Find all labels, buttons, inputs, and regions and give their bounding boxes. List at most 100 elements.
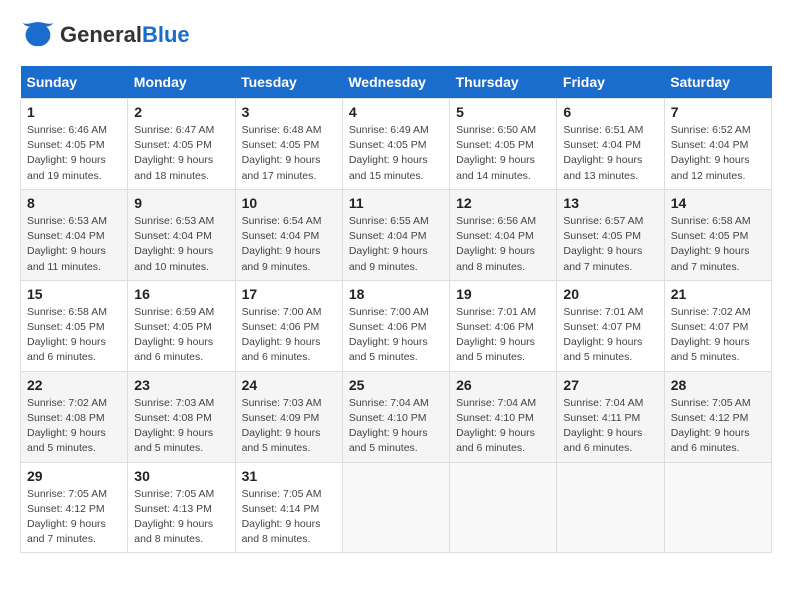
day-number: 22 xyxy=(27,377,121,393)
day-number: 26 xyxy=(456,377,550,393)
day-number: 18 xyxy=(349,286,443,302)
day-info: Sunrise: 6:59 AM Sunset: 4:05 PM Dayligh… xyxy=(134,305,228,366)
day-info: Sunrise: 6:52 AM Sunset: 4:04 PM Dayligh… xyxy=(671,123,765,184)
day-number: 7 xyxy=(671,104,765,120)
day-info: Sunrise: 7:02 AM Sunset: 4:07 PM Dayligh… xyxy=(671,305,765,366)
day-info: Sunrise: 6:48 AM Sunset: 4:05 PM Dayligh… xyxy=(242,123,336,184)
calendar-cell: 27 Sunrise: 7:04 AM Sunset: 4:11 PM Dayl… xyxy=(557,371,664,462)
calendar-cell: 5 Sunrise: 6:50 AM Sunset: 4:05 PM Dayli… xyxy=(450,99,557,190)
day-number: 5 xyxy=(456,104,550,120)
weekday-header: Saturday xyxy=(664,66,771,99)
calendar-cell: 19 Sunrise: 7:01 AM Sunset: 4:06 PM Dayl… xyxy=(450,280,557,371)
day-info: Sunrise: 7:00 AM Sunset: 4:06 PM Dayligh… xyxy=(242,305,336,366)
day-number: 6 xyxy=(563,104,657,120)
day-number: 14 xyxy=(671,195,765,211)
calendar-cell: 9 Sunrise: 6:53 AM Sunset: 4:04 PM Dayli… xyxy=(128,189,235,280)
day-number: 25 xyxy=(349,377,443,393)
day-number: 27 xyxy=(563,377,657,393)
day-number: 23 xyxy=(134,377,228,393)
day-info: Sunrise: 6:58 AM Sunset: 4:05 PM Dayligh… xyxy=(27,305,121,366)
day-number: 24 xyxy=(242,377,336,393)
calendar-cell: 4 Sunrise: 6:49 AM Sunset: 4:05 PM Dayli… xyxy=(342,99,449,190)
calendar-cell: 15 Sunrise: 6:58 AM Sunset: 4:05 PM Dayl… xyxy=(21,280,128,371)
weekday-header: Friday xyxy=(557,66,664,99)
calendar-week-row: 15 Sunrise: 6:58 AM Sunset: 4:05 PM Dayl… xyxy=(21,280,772,371)
day-info: Sunrise: 7:05 AM Sunset: 4:12 PM Dayligh… xyxy=(27,487,121,548)
calendar-cell xyxy=(342,462,449,553)
logo: GeneralBlue xyxy=(20,20,190,50)
calendar-cell: 10 Sunrise: 6:54 AM Sunset: 4:04 PM Dayl… xyxy=(235,189,342,280)
calendar-cell: 22 Sunrise: 7:02 AM Sunset: 4:08 PM Dayl… xyxy=(21,371,128,462)
calendar-cell: 23 Sunrise: 7:03 AM Sunset: 4:08 PM Dayl… xyxy=(128,371,235,462)
day-number: 8 xyxy=(27,195,121,211)
calendar-cell: 31 Sunrise: 7:05 AM Sunset: 4:14 PM Dayl… xyxy=(235,462,342,553)
day-info: Sunrise: 6:46 AM Sunset: 4:05 PM Dayligh… xyxy=(27,123,121,184)
logo-icon xyxy=(20,20,56,50)
weekday-header-row: SundayMondayTuesdayWednesdayThursdayFrid… xyxy=(21,66,772,99)
page-header: GeneralBlue xyxy=(20,20,772,50)
day-info: Sunrise: 6:49 AM Sunset: 4:05 PM Dayligh… xyxy=(349,123,443,184)
calendar-cell: 24 Sunrise: 7:03 AM Sunset: 4:09 PM Dayl… xyxy=(235,371,342,462)
weekday-header: Monday xyxy=(128,66,235,99)
weekday-header: Thursday xyxy=(450,66,557,99)
weekday-header: Wednesday xyxy=(342,66,449,99)
day-info: Sunrise: 7:04 AM Sunset: 4:11 PM Dayligh… xyxy=(563,396,657,457)
calendar-cell: 12 Sunrise: 6:56 AM Sunset: 4:04 PM Dayl… xyxy=(450,189,557,280)
logo-text: GeneralBlue xyxy=(60,22,190,48)
calendar-cell: 7 Sunrise: 6:52 AM Sunset: 4:04 PM Dayli… xyxy=(664,99,771,190)
day-info: Sunrise: 7:04 AM Sunset: 4:10 PM Dayligh… xyxy=(456,396,550,457)
calendar-week-row: 22 Sunrise: 7:02 AM Sunset: 4:08 PM Dayl… xyxy=(21,371,772,462)
calendar-cell: 18 Sunrise: 7:00 AM Sunset: 4:06 PM Dayl… xyxy=(342,280,449,371)
day-info: Sunrise: 6:53 AM Sunset: 4:04 PM Dayligh… xyxy=(134,214,228,275)
day-info: Sunrise: 7:05 AM Sunset: 4:14 PM Dayligh… xyxy=(242,487,336,548)
day-number: 21 xyxy=(671,286,765,302)
day-number: 16 xyxy=(134,286,228,302)
calendar-cell: 30 Sunrise: 7:05 AM Sunset: 4:13 PM Dayl… xyxy=(128,462,235,553)
day-number: 28 xyxy=(671,377,765,393)
day-info: Sunrise: 7:04 AM Sunset: 4:10 PM Dayligh… xyxy=(349,396,443,457)
day-info: Sunrise: 6:51 AM Sunset: 4:04 PM Dayligh… xyxy=(563,123,657,184)
calendar-cell: 28 Sunrise: 7:05 AM Sunset: 4:12 PM Dayl… xyxy=(664,371,771,462)
day-number: 1 xyxy=(27,104,121,120)
day-info: Sunrise: 7:01 AM Sunset: 4:06 PM Dayligh… xyxy=(456,305,550,366)
day-info: Sunrise: 6:50 AM Sunset: 4:05 PM Dayligh… xyxy=(456,123,550,184)
day-number: 15 xyxy=(27,286,121,302)
calendar-week-row: 29 Sunrise: 7:05 AM Sunset: 4:12 PM Dayl… xyxy=(21,462,772,553)
calendar-cell xyxy=(557,462,664,553)
calendar-cell: 14 Sunrise: 6:58 AM Sunset: 4:05 PM Dayl… xyxy=(664,189,771,280)
day-number: 3 xyxy=(242,104,336,120)
day-info: Sunrise: 7:02 AM Sunset: 4:08 PM Dayligh… xyxy=(27,396,121,457)
day-info: Sunrise: 6:56 AM Sunset: 4:04 PM Dayligh… xyxy=(456,214,550,275)
day-info: Sunrise: 7:05 AM Sunset: 4:12 PM Dayligh… xyxy=(671,396,765,457)
day-info: Sunrise: 7:01 AM Sunset: 4:07 PM Dayligh… xyxy=(563,305,657,366)
calendar-cell: 29 Sunrise: 7:05 AM Sunset: 4:12 PM Dayl… xyxy=(21,462,128,553)
day-info: Sunrise: 6:47 AM Sunset: 4:05 PM Dayligh… xyxy=(134,123,228,184)
calendar-cell: 11 Sunrise: 6:55 AM Sunset: 4:04 PM Dayl… xyxy=(342,189,449,280)
calendar-cell: 8 Sunrise: 6:53 AM Sunset: 4:04 PM Dayli… xyxy=(21,189,128,280)
day-number: 13 xyxy=(563,195,657,211)
calendar-cell: 3 Sunrise: 6:48 AM Sunset: 4:05 PM Dayli… xyxy=(235,99,342,190)
calendar-table: SundayMondayTuesdayWednesdayThursdayFrid… xyxy=(20,66,772,553)
day-info: Sunrise: 6:58 AM Sunset: 4:05 PM Dayligh… xyxy=(671,214,765,275)
day-info: Sunrise: 6:54 AM Sunset: 4:04 PM Dayligh… xyxy=(242,214,336,275)
day-number: 30 xyxy=(134,468,228,484)
day-number: 17 xyxy=(242,286,336,302)
calendar-cell: 16 Sunrise: 6:59 AM Sunset: 4:05 PM Dayl… xyxy=(128,280,235,371)
day-info: Sunrise: 7:03 AM Sunset: 4:08 PM Dayligh… xyxy=(134,396,228,457)
day-number: 29 xyxy=(27,468,121,484)
calendar-cell: 25 Sunrise: 7:04 AM Sunset: 4:10 PM Dayl… xyxy=(342,371,449,462)
calendar-cell: 1 Sunrise: 6:46 AM Sunset: 4:05 PM Dayli… xyxy=(21,99,128,190)
calendar-cell: 26 Sunrise: 7:04 AM Sunset: 4:10 PM Dayl… xyxy=(450,371,557,462)
calendar-week-row: 8 Sunrise: 6:53 AM Sunset: 4:04 PM Dayli… xyxy=(21,189,772,280)
day-info: Sunrise: 7:03 AM Sunset: 4:09 PM Dayligh… xyxy=(242,396,336,457)
calendar-cell: 6 Sunrise: 6:51 AM Sunset: 4:04 PM Dayli… xyxy=(557,99,664,190)
weekday-header: Sunday xyxy=(21,66,128,99)
day-number: 19 xyxy=(456,286,550,302)
day-number: 4 xyxy=(349,104,443,120)
calendar-cell: 21 Sunrise: 7:02 AM Sunset: 4:07 PM Dayl… xyxy=(664,280,771,371)
day-number: 31 xyxy=(242,468,336,484)
calendar-cell xyxy=(664,462,771,553)
day-info: Sunrise: 6:55 AM Sunset: 4:04 PM Dayligh… xyxy=(349,214,443,275)
day-info: Sunrise: 6:57 AM Sunset: 4:05 PM Dayligh… xyxy=(563,214,657,275)
day-info: Sunrise: 7:05 AM Sunset: 4:13 PM Dayligh… xyxy=(134,487,228,548)
